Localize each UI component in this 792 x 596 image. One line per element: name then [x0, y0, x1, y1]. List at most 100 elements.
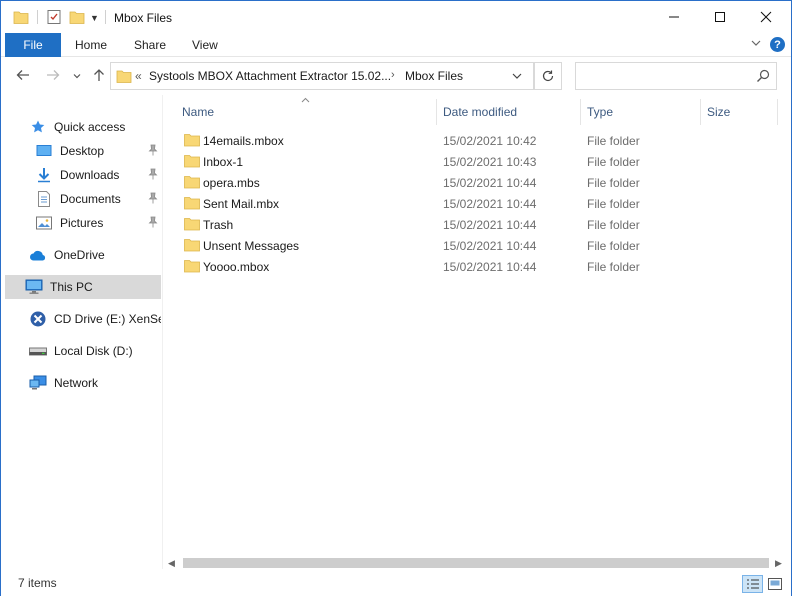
sidebar-item-this-pc[interactable]: This PC — [5, 275, 161, 299]
sidebar-item-onedrive[interactable]: OneDrive — [5, 243, 161, 267]
close-button[interactable] — [743, 1, 789, 33]
large-icons-view-icon — [768, 578, 782, 590]
sidebar-item-label: Downloads — [60, 168, 120, 182]
quick-access-separator — [37, 10, 38, 24]
customize-quick-access-chevron-icon[interactable]: ▼ — [90, 13, 99, 23]
sidebar-item-label: Quick access — [54, 120, 126, 134]
file-row[interactable]: Sent Mail.mbx 15/02/2021 10:44 File fold… — [182, 193, 782, 214]
column-header-size[interactable]: Size — [707, 99, 730, 125]
sidebar-item-network[interactable]: Network — [5, 371, 161, 395]
column-header-date-modified[interactable]: Date modified — [443, 99, 517, 125]
pin-icon[interactable] — [148, 144, 158, 159]
tab-file[interactable]: File — [5, 33, 61, 57]
details-view-button[interactable] — [742, 575, 763, 593]
item-count: 7 items — [18, 576, 57, 590]
large-icons-view-button[interactable] — [766, 575, 784, 593]
sidebar-item-quick-access[interactable]: Quick access — [5, 115, 161, 139]
file-date: 15/02/2021 10:44 — [443, 260, 537, 274]
scroll-right-icon[interactable]: ▶ — [775, 558, 782, 569]
minimize-icon — [669, 16, 679, 18]
status-bar: 7 items — [1, 572, 791, 596]
search-icon[interactable] — [756, 69, 770, 86]
title-bar: ▼ Mbox Files — [1, 1, 791, 33]
column-divider[interactable] — [580, 99, 581, 125]
sidebar-item-label: OneDrive — [54, 248, 105, 262]
file-date: 15/02/2021 10:44 — [443, 197, 537, 211]
folder-icon — [184, 133, 200, 150]
column-header-type[interactable]: Type — [587, 99, 613, 125]
pin-icon[interactable] — [148, 192, 158, 207]
address-overflow-icon[interactable]: « — [135, 69, 142, 83]
breadcrumb-current[interactable]: Mbox Files — [405, 69, 463, 83]
navigation-bar: « Systools MBOX Attachment Extractor 15.… — [1, 57, 791, 95]
sidebar-item-cd-drive[interactable]: CD Drive (E:) XenServ — [5, 307, 161, 331]
back-arrow-icon[interactable] — [15, 67, 31, 86]
tab-view[interactable]: View — [192, 33, 218, 57]
sidebar-item-downloads[interactable]: Downloads — [5, 163, 161, 187]
file-type: File folder — [587, 134, 640, 148]
scroll-left-icon[interactable]: ◀ — [168, 558, 175, 569]
sidebar-item-pictures[interactable]: Pictures — [5, 211, 161, 235]
column-header-name[interactable]: Name — [182, 99, 214, 125]
folder-icon — [184, 196, 200, 213]
sidebar-item-label: Pictures — [60, 216, 104, 230]
search-box[interactable] — [575, 62, 777, 90]
column-divider[interactable] — [777, 99, 778, 125]
sidebar-item-desktop[interactable]: Desktop — [5, 139, 161, 163]
file-row[interactable]: Inbox-1 15/02/2021 10:43 File folder — [182, 151, 782, 172]
horizontal-scrollbar[interactable]: ◀ ▶ — [163, 555, 791, 572]
file-type: File folder — [587, 260, 640, 274]
folder-icon[interactable] — [13, 9, 29, 27]
window-title: Mbox Files — [114, 11, 173, 25]
tab-home[interactable]: Home — [75, 33, 107, 57]
forward-arrow-icon[interactable] — [45, 67, 61, 86]
sidebar-item-label: This PC — [50, 280, 93, 294]
tab-share[interactable]: Share — [134, 33, 166, 57]
file-row[interactable]: Yoooo.mbox 15/02/2021 10:44 File folder — [182, 256, 782, 277]
file-type: File folder — [587, 239, 640, 253]
address-bar[interactable]: « Systools MBOX Attachment Extractor 15.… — [110, 62, 534, 90]
recent-locations-chevron-icon[interactable] — [72, 70, 82, 84]
refresh-button[interactable] — [534, 62, 562, 90]
pin-icon[interactable] — [148, 216, 158, 231]
file-name: Yoooo.mbox — [203, 260, 270, 274]
file-name: Unsent Messages — [203, 239, 300, 253]
help-icon[interactable]: ? — [770, 37, 785, 52]
column-divider[interactable] — [436, 99, 437, 125]
sidebar-item-label: Desktop — [60, 144, 105, 158]
column-divider[interactable] — [700, 99, 701, 125]
file-type: File folder — [587, 218, 640, 232]
file-row[interactable]: 14emails.mbox 15/02/2021 10:42 File fold… — [182, 130, 782, 151]
file-list: Name Date modified Type Size 14emails.mb… — [163, 95, 791, 555]
title-separator — [105, 10, 106, 24]
folder-icon — [184, 175, 200, 192]
computer-icon — [25, 279, 43, 295]
address-history-chevron-icon[interactable] — [511, 70, 523, 85]
sidebar-item-label: Local Disk (D:) — [54, 344, 133, 358]
properties-icon[interactable] — [46, 9, 62, 27]
minimize-button[interactable] — [651, 1, 697, 33]
file-date: 15/02/2021 10:44 — [443, 176, 537, 190]
sidebar-item-local-disk[interactable]: Local Disk (D:) — [5, 339, 161, 363]
breadcrumb-parent[interactable]: Systools MBOX Attachment Extractor 15.02… — [149, 69, 391, 83]
maximize-button[interactable] — [697, 1, 743, 33]
sidebar-item-documents[interactable]: Documents — [5, 187, 161, 211]
scrollbar-thumb[interactable] — [183, 558, 769, 568]
network-icon — [29, 375, 47, 391]
file-type: File folder — [587, 197, 640, 211]
file-name: Trash — [203, 218, 234, 232]
sidebar-item-label: Documents — [60, 192, 121, 206]
breadcrumb-separator-icon[interactable]: › — [391, 69, 395, 81]
sidebar-item-label: Network — [54, 376, 99, 390]
pin-icon[interactable] — [148, 168, 158, 183]
expand-ribbon-chevron-icon[interactable] — [750, 37, 762, 52]
file-row[interactable]: Trash 15/02/2021 10:44 File folder — [182, 214, 782, 235]
file-row[interactable]: opera.mbs 15/02/2021 10:44 File folder — [182, 172, 782, 193]
new-folder-icon[interactable] — [69, 9, 85, 27]
sort-ascending-icon — [301, 95, 310, 105]
file-row[interactable]: Unsent Messages 15/02/2021 10:44 File fo… — [182, 235, 782, 256]
file-type: File folder — [587, 176, 640, 190]
file-name: 14emails.mbox — [203, 134, 284, 148]
file-date: 15/02/2021 10:42 — [443, 134, 537, 148]
up-arrow-icon[interactable] — [91, 67, 107, 86]
